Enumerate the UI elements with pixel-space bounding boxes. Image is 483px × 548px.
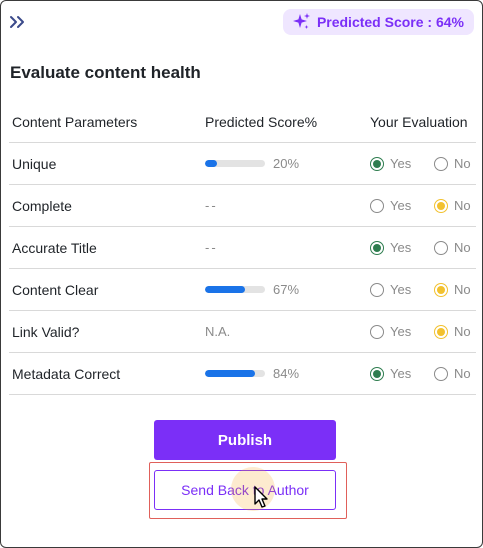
score-unavailable-text: N.A. — [205, 324, 231, 339]
radio-dot — [373, 243, 381, 252]
predicted-score-text: Predicted Score : 64% — [316, 14, 464, 30]
table-row: Complete -- Yes No — [9, 185, 476, 227]
score-progress-bar — [205, 370, 265, 377]
evaluation-option-no[interactable]: No — [434, 353, 471, 394]
evaluation-option-yes[interactable]: Yes — [370, 269, 411, 310]
predicted-score-cell: N.A. — [205, 311, 230, 352]
mouse-cursor-icon — [254, 486, 268, 508]
evaluation-option-no[interactable]: No — [434, 227, 471, 268]
radio-no-selected[interactable] — [434, 198, 448, 213]
score-progress-bar — [205, 286, 265, 293]
column-header-parameters: Content Parameters — [12, 114, 138, 130]
score-progress-fill — [205, 286, 246, 293]
evaluation-option-no[interactable]: No — [434, 311, 471, 352]
column-header-your-evaluation: Your Evaluation — [370, 114, 468, 130]
top-bar: Predicted Score : 64% — [1, 1, 482, 43]
radio-no[interactable] — [434, 240, 448, 255]
option-label-no: No — [454, 324, 471, 339]
option-label-no: No — [454, 198, 471, 213]
table-header-row: Content Parameters Predicted Score% Your… — [9, 102, 476, 143]
table-row: Accurate Title -- Yes No — [9, 227, 476, 269]
table-body: Unique 20% Yes No Complete -- Yes No Accurate Ti… — [9, 143, 476, 395]
score-percent-text: 84% — [273, 366, 300, 381]
radio-yes[interactable] — [370, 324, 384, 339]
option-label-no: No — [454, 366, 471, 381]
radio-yes[interactable] — [370, 282, 384, 297]
table-row: Link Valid? N.A. Yes No — [9, 311, 476, 353]
radio-yes[interactable] — [370, 198, 384, 213]
evaluation-option-yes[interactable]: Yes — [370, 311, 411, 352]
parameter-label: Content Clear — [12, 281, 99, 298]
predicted-score-cell: 20% — [205, 143, 299, 184]
double-chevron-right-icon[interactable] — [9, 15, 27, 29]
score-progress-fill — [205, 160, 217, 167]
score-progress-bar — [205, 160, 265, 167]
radio-dot — [437, 285, 445, 294]
evaluation-option-yes[interactable]: Yes — [370, 185, 411, 226]
predicted-score-cell: -- — [205, 185, 218, 226]
predicted-score-cell: 84% — [205, 353, 299, 394]
radio-yes-selected[interactable] — [370, 156, 384, 171]
option-label-yes: Yes — [390, 156, 412, 171]
score-progress-fill — [205, 370, 256, 377]
score-unavailable-text: -- — [205, 240, 218, 255]
predicted-score-cell: -- — [205, 227, 218, 268]
content-health-panel: Predicted Score : 64% Evaluate content h… — [0, 0, 483, 548]
option-label-yes: Yes — [390, 366, 412, 381]
radio-dot — [373, 159, 381, 168]
evaluation-option-no[interactable]: No — [434, 185, 471, 226]
radio-no-selected[interactable] — [434, 324, 448, 339]
option-label-no: No — [454, 282, 471, 297]
option-label-yes: Yes — [390, 240, 412, 255]
radio-dot — [437, 327, 445, 336]
evaluation-option-no[interactable]: No — [434, 143, 471, 184]
evaluation-option-yes[interactable]: Yes — [370, 227, 411, 268]
option-label-yes: Yes — [390, 324, 412, 339]
page-title: Evaluate content health — [10, 63, 201, 82]
column-header-predicted-score: Predicted Score% — [205, 114, 318, 130]
parameter-label: Complete — [12, 197, 72, 214]
predicted-score-cell: 67% — [205, 269, 299, 310]
evaluation-option-yes[interactable]: Yes — [370, 353, 411, 394]
score-percent-text: 67% — [273, 282, 300, 297]
option-label-yes: Yes — [390, 198, 412, 213]
option-label-no: No — [454, 156, 471, 171]
evaluation-option-no[interactable]: No — [434, 269, 471, 310]
radio-no-selected[interactable] — [434, 282, 448, 297]
table-row: Content Clear 67% Yes No — [9, 269, 476, 311]
predicted-score-badge: Predicted Score : 64% — [282, 9, 474, 35]
radio-no[interactable] — [434, 156, 448, 171]
table-row: Metadata Correct 84% Yes No — [9, 353, 476, 395]
sparkle-icon — [292, 13, 310, 29]
parameter-label: Metadata Correct — [12, 365, 121, 382]
parameter-label: Link Valid? — [12, 323, 80, 340]
radio-dot — [373, 369, 381, 378]
score-unavailable-text: -- — [205, 198, 218, 213]
publish-button[interactable]: Publish — [154, 420, 336, 460]
radio-dot — [437, 201, 445, 210]
parameter-label: Unique — [12, 155, 57, 172]
evaluation-option-yes[interactable]: Yes — [370, 143, 411, 184]
table-row: Unique 20% Yes No — [9, 143, 476, 185]
score-percent-text: 20% — [273, 156, 300, 171]
radio-no[interactable] — [434, 366, 448, 381]
evaluation-table: Content Parameters Predicted Score% Your… — [9, 102, 476, 395]
parameter-label: Accurate Title — [12, 239, 97, 256]
radio-yes-selected[interactable] — [370, 240, 384, 255]
radio-yes-selected[interactable] — [370, 366, 384, 381]
option-label-yes: Yes — [390, 282, 412, 297]
option-label-no: No — [454, 240, 471, 255]
